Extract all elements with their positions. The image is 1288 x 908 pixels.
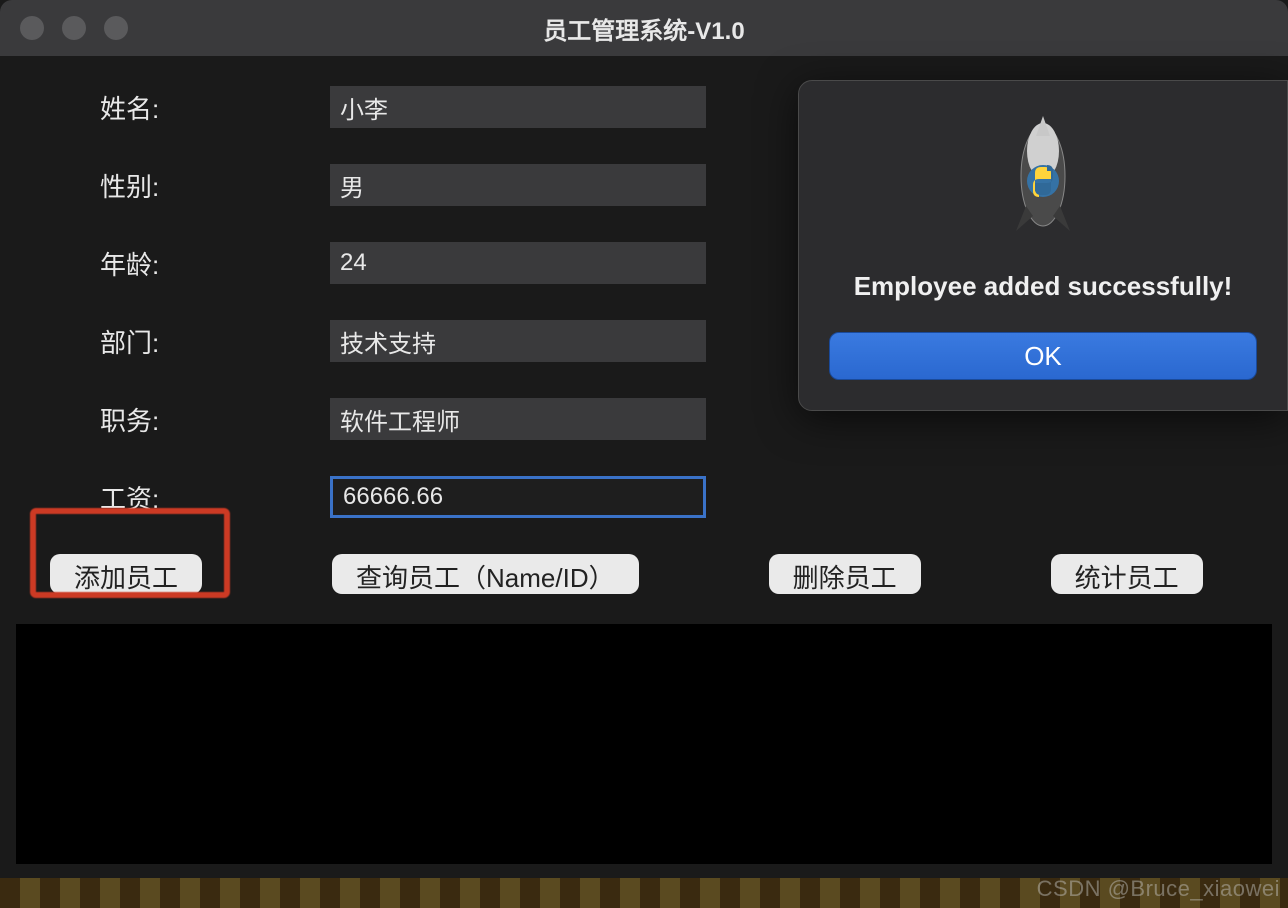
close-icon[interactable] [20, 16, 44, 40]
input-department[interactable] [330, 320, 706, 362]
window-controls [20, 16, 128, 40]
watermark: CSDN @Bruce_xiaowei [1037, 876, 1280, 902]
label-gender: 性别: [100, 167, 330, 204]
input-position[interactable] [330, 398, 706, 440]
input-gender[interactable] [330, 164, 706, 206]
label-age: 年龄: [100, 245, 330, 282]
python-rocket-icon [1008, 111, 1078, 241]
maximize-icon[interactable] [104, 16, 128, 40]
stats-employee-button[interactable]: 统计员工 [1051, 554, 1203, 594]
add-employee-button[interactable]: 添加员工 [50, 554, 202, 594]
delete-employee-button[interactable]: 删除员工 [769, 554, 921, 594]
input-age[interactable] [330, 242, 706, 284]
success-dialog: Employee added successfully! OK [798, 80, 1288, 411]
input-salary[interactable] [330, 476, 706, 518]
button-row: 添加员工 查询员工（Name/ID） 删除员工 统计员工 [10, 554, 1278, 594]
minimize-icon[interactable] [62, 16, 86, 40]
label-position: 职务: [100, 401, 330, 438]
input-name[interactable] [330, 86, 706, 128]
ok-button[interactable]: OK [829, 332, 1257, 380]
titlebar: 员工管理系统-V1.0 [0, 0, 1288, 56]
output-panel[interactable] [16, 624, 1272, 864]
dialog-message: Employee added successfully! [829, 271, 1257, 302]
label-salary: 工资: [100, 479, 330, 516]
label-name: 姓名: [100, 89, 330, 126]
form-row-salary: 工资: [100, 476, 1278, 518]
label-department: 部门: [100, 323, 330, 360]
window-title: 员工管理系统-V1.0 [543, 11, 744, 46]
query-employee-button[interactable]: 查询员工（Name/ID） [332, 554, 639, 594]
